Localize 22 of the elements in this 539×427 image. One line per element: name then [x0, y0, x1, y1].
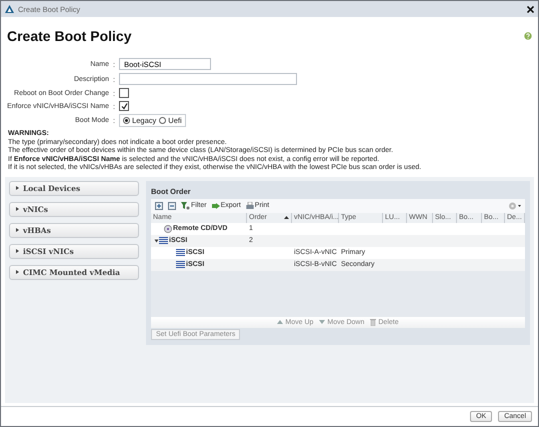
close-icon[interactable] [527, 6, 534, 12]
down-arrow-icon [319, 320, 326, 324]
checkbox[interactable] [119, 88, 130, 98]
sort-arrow-icon [284, 216, 289, 220]
checkbox[interactable] [119, 101, 130, 111]
dialog-title: Create Boot Policy [7, 28, 132, 44]
remove-icon [168, 202, 176, 210]
toolbar-button[interactable] [168, 202, 176, 210]
up-arrow-icon [277, 320, 284, 324]
filter-icon [181, 202, 190, 210]
list-icon [176, 261, 185, 268]
export-icon [212, 202, 220, 209]
disc-icon [164, 224, 172, 233]
toolbar-button[interactable] [155, 202, 163, 210]
print-icon [246, 202, 254, 210]
list-icon [159, 237, 168, 244]
app-logo-icon [5, 5, 14, 13]
trash-icon [370, 318, 376, 326]
add-icon [155, 202, 163, 210]
list-icon [176, 249, 185, 256]
expand-icon[interactable] [154, 239, 158, 242]
description-field[interactable] [119, 73, 298, 85]
